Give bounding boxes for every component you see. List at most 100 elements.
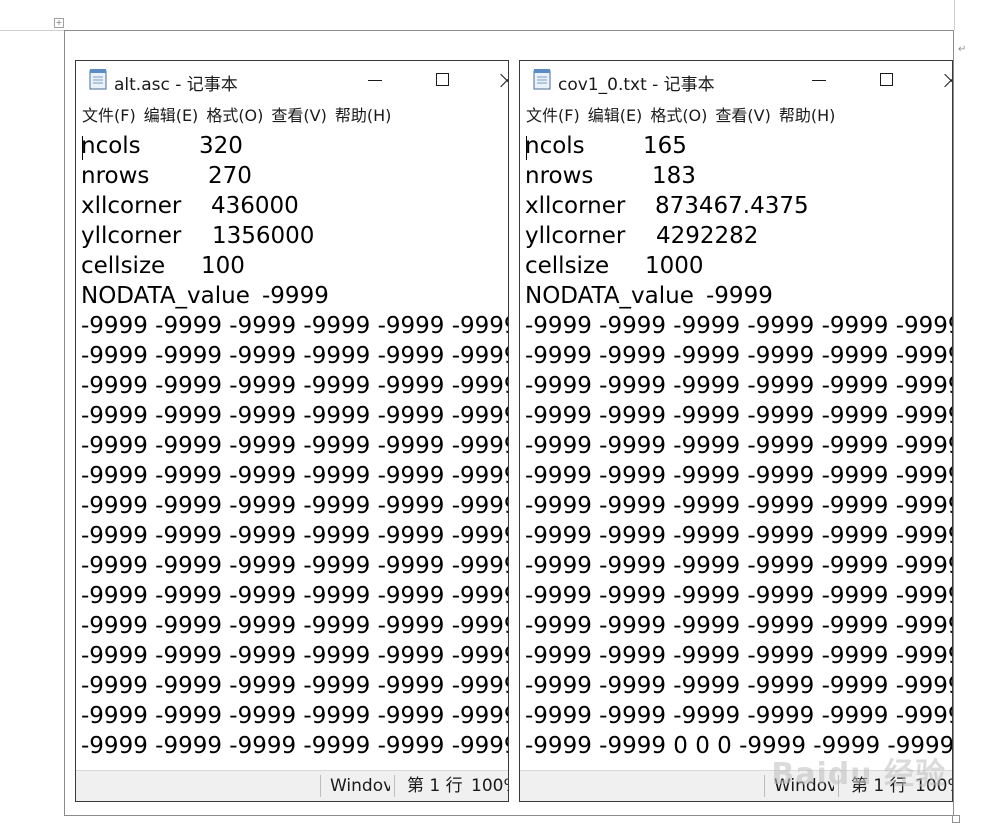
data-row: -9999 -9999 -9999 -9999 -9999 -9999 — [525, 403, 952, 429]
menu-format[interactable]: 格式(O) — [206, 103, 263, 129]
data-row: -9999 -9999 -9999 -9999 -9999 -9999 — [81, 343, 508, 369]
header-value: -9999 — [262, 283, 329, 309]
data-row: -9999 -9999 -9999 -9999 -9999 -9999 — [81, 583, 508, 609]
menu-help[interactable]: 帮助(H) — [335, 103, 392, 129]
data-row: -9999 -9999 -9999 -9999 -9999 -9999 — [81, 493, 508, 519]
status-divider — [320, 775, 321, 797]
text-editor[interactable]: ncols 320 nrows 270 xllcorner 436000 yllcor… — [76, 131, 508, 771]
menu-view[interactable]: 查看(V) — [715, 103, 770, 129]
menu-view[interactable]: 查看(V) — [271, 103, 326, 129]
data-row: -9999 -9999 -9999 -9999 -9999 -9999 — [525, 463, 952, 489]
minimize-button[interactable] — [354, 65, 396, 95]
crop-line-horizontal — [0, 30, 64, 31]
data-row: -9999 -9999 -9999 -9999 -9999 -9999 — [81, 673, 508, 699]
header-line: yllcorner 1356000 — [81, 221, 314, 251]
data-row: -9999 -9999 -9999 -9999 -9999 -9999 — [81, 463, 508, 489]
document-expand-icon[interactable]: + — [54, 18, 64, 28]
data-row: -9999 -9999 -9999 -9999 -9999 -9999 — [525, 613, 952, 639]
header-line: xllcorner 873467.4375 — [525, 191, 809, 221]
crop-line-vertical — [954, 0, 955, 30]
header-value: 436000 — [211, 193, 299, 219]
notepad-icon — [533, 69, 551, 90]
header-line: cellsize 100 — [81, 251, 245, 281]
minimize-button[interactable] — [798, 65, 840, 95]
header-line: ncols 320 — [81, 131, 243, 161]
header-key: xllcorner — [525, 193, 626, 219]
data-row: -9999 -9999 -9999 -9999 -9999 -9999 — [525, 373, 952, 399]
data-row: -9999 -9999 -9999 -9999 -9999 -9999 — [81, 703, 508, 729]
header-value: 873467.4375 — [655, 193, 809, 219]
menu-file[interactable]: 文件(F) — [82, 103, 136, 129]
window-title: cov1_0.txt - 记事本 — [558, 75, 715, 95]
data-row: -9999 -9999 -9999 -9999 -9999 -9999 — [525, 433, 952, 459]
header-key: NODATA_value — [81, 283, 250, 309]
menu-bar: 文件(F) 编辑(E) 格式(O) 查看(V) 帮助(H) — [520, 103, 952, 129]
close-button[interactable] — [936, 65, 952, 95]
header-line: ncols 165 — [525, 131, 687, 161]
header-key: nrows — [525, 163, 594, 189]
menu-format[interactable]: 格式(O) — [650, 103, 707, 129]
data-row: -9999 -9999 -9999 -9999 -9999 -9999 — [81, 613, 508, 639]
header-line: NODATA_value -9999 — [525, 281, 773, 311]
data-row: -9999 -9999 -9999 -9999 -9999 -9999 — [81, 373, 508, 399]
notepad-window-alt[interactable]: alt.asc - 记事本 文件(F) 编辑(E) 格式(O) 查看(V) 帮助(H) … — [75, 60, 509, 802]
maximize-button[interactable] — [422, 65, 464, 95]
header-key: ncols — [81, 133, 141, 159]
header-key: xllcorner — [81, 193, 182, 219]
status-divider — [394, 775, 395, 797]
status-divider — [838, 775, 839, 797]
header-key: yllcorner — [525, 223, 626, 249]
menu-file[interactable]: 文件(F) — [526, 103, 580, 129]
header-line: nrows 270 — [81, 161, 252, 191]
menu-bar: 文件(F) 编辑(E) 格式(O) 查看(V) 帮助(H) — [76, 103, 508, 129]
data-row: -9999 -9999 -9999 -9999 -9999 -9999 — [525, 673, 952, 699]
text-editor[interactable]: ncols 165 nrows 183 xllcorner 873467.4375 y… — [520, 131, 952, 771]
header-value: 1356000 — [212, 223, 315, 249]
header-line: NODATA_value -9999 — [81, 281, 329, 311]
paragraph-mark-icon: ↵ — [958, 44, 967, 55]
header-key: yllcorner — [81, 223, 182, 249]
header-value: 320 — [199, 133, 243, 159]
data-row: -9999 -9999 -9999 -9999 -9999 -9999 — [81, 553, 508, 579]
status-encoding: Windov — [330, 776, 390, 796]
data-row: -9999 -9999 -9999 -9999 -9999 -9999 — [525, 493, 952, 519]
data-row: -9999 -9999 -9999 -9999 -9999 -9999 — [81, 403, 508, 429]
status-zoom: 100% — [915, 776, 952, 796]
data-row: -9999 -9999 -9999 -9999 -9999 -9999 — [525, 643, 952, 669]
data-row: -9999 -9999 -9999 -9999 -9999 -9999 — [81, 733, 508, 759]
header-value: 1000 — [645, 253, 704, 279]
data-row: -9999 -9999 -9999 -9999 -9999 -9999 — [81, 433, 508, 459]
menu-help[interactable]: 帮助(H) — [779, 103, 836, 129]
close-button[interactable] — [492, 65, 508, 95]
status-zoom: 100% — [471, 776, 508, 796]
data-row: -9999 -9999 -9999 -9999 -9999 -9999 — [525, 583, 952, 609]
data-row: -9999 -9999 0 0 0 -9999 -9999 -9999 — [525, 733, 952, 759]
menu-edit[interactable]: 编辑(E) — [144, 103, 199, 129]
header-line: cellsize 1000 — [525, 251, 704, 281]
status-encoding: Windov — [774, 776, 834, 796]
data-row: -9999 -9999 -9999 -9999 -9999 -9999 — [81, 643, 508, 669]
notepad-icon — [89, 69, 107, 90]
data-row: -9999 -9999 -9999 -9999 -9999 -9999 — [81, 523, 508, 549]
title-bar[interactable]: alt.asc - 记事本 — [76, 61, 508, 99]
header-value: 165 — [643, 133, 687, 159]
header-line: xllcorner 436000 — [81, 191, 299, 221]
data-row: -9999 -9999 -9999 -9999 -9999 -9999 — [81, 313, 508, 339]
header-value: 270 — [208, 163, 252, 189]
data-row: -9999 -9999 -9999 -9999 -9999 -9999 — [525, 553, 952, 579]
maximize-button[interactable] — [866, 65, 908, 95]
window-title: alt.asc - 记事本 — [114, 75, 238, 95]
header-line: nrows 183 — [525, 161, 696, 191]
header-value: 183 — [652, 163, 696, 189]
header-key: cellsize — [525, 253, 610, 279]
data-row: -9999 -9999 -9999 -9999 -9999 -9999 — [525, 343, 952, 369]
status-line-position: 第 1 行 — [407, 776, 463, 796]
header-value: 100 — [201, 253, 245, 279]
title-bar[interactable]: cov1_0.txt - 记事本 — [520, 61, 952, 99]
data-row: -9999 -9999 -9999 -9999 -9999 -9999 — [525, 523, 952, 549]
resize-handle-icon[interactable] — [952, 815, 960, 823]
notepad-window-cov[interactable]: cov1_0.txt - 记事本 文件(F) 编辑(E) 格式(O) 查看(V) 帮助(… — [519, 60, 953, 802]
header-value: 4292282 — [656, 223, 759, 249]
header-key: NODATA_value — [525, 283, 694, 309]
menu-edit[interactable]: 编辑(E) — [588, 103, 643, 129]
